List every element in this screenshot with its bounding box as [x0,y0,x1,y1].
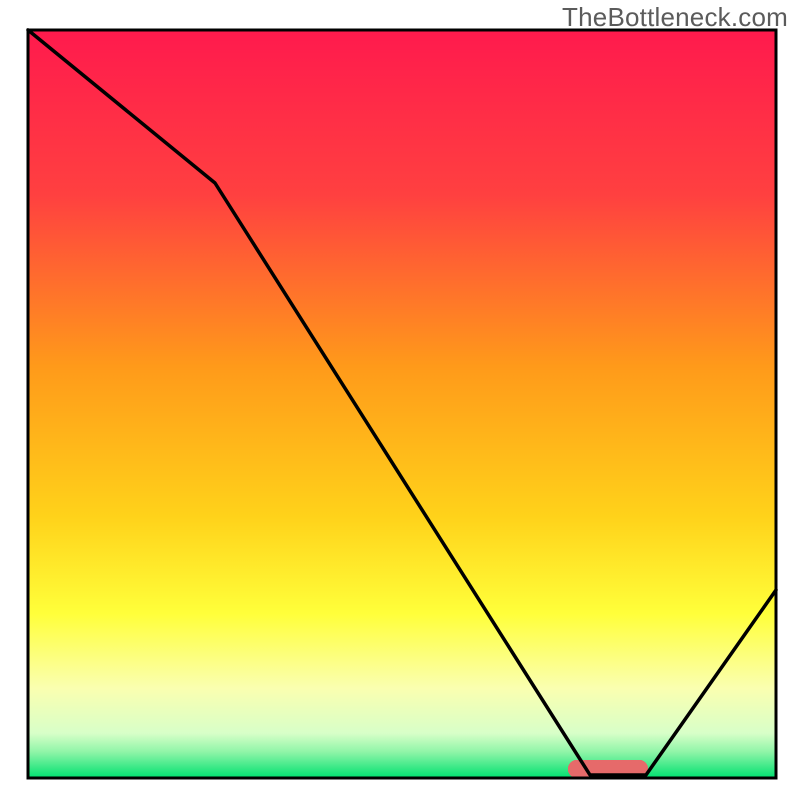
bottleneck-chart [0,0,800,800]
chart-viewport: TheBottleneck.com [0,0,800,800]
plot-background-h [28,30,776,778]
watermark-label: TheBottleneck.com [562,2,788,33]
